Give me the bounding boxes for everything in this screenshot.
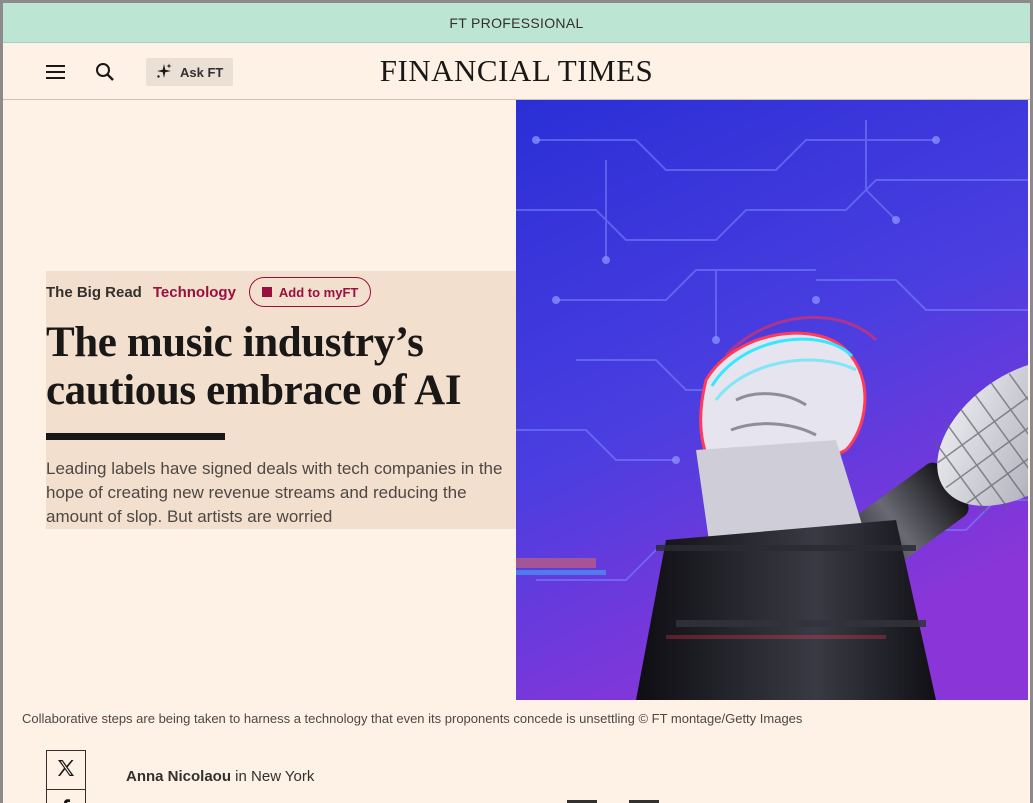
add-to-myft-button[interactable]: Add to myFT: [248, 277, 372, 307]
tag-technology[interactable]: Technology: [153, 284, 236, 301]
article-standfirst: Leading labels have signed deals with te…: [46, 459, 503, 526]
headline-block: The Big Read Technology Add to myFT The …: [46, 271, 516, 529]
share-x-button[interactable]: [46, 750, 86, 790]
site-header: Ask FT FINANCIAL TIMES: [3, 43, 1030, 100]
author-link[interactable]: Anna Nicolaou: [126, 768, 231, 785]
article-tags: The Big Read Technology Add to myFT: [46, 277, 372, 307]
article-byline: Anna Nicolaou in New York: [126, 768, 314, 785]
x-logo-icon: [56, 758, 76, 783]
myft-square-icon: [261, 287, 272, 297]
ft-logo[interactable]: FINANCIAL TIMES: [3, 53, 1030, 89]
share-buttons: [46, 750, 86, 803]
image-caption: Collaborative steps are being taken to h…: [22, 711, 803, 726]
article-headline: The music industry’s cautious embrace of…: [46, 319, 462, 414]
ft-professional-label[interactable]: FT PROFESSIONAL: [449, 15, 583, 31]
facebook-icon: [56, 797, 76, 803]
add-to-myft-label: Add to myFT: [278, 284, 359, 300]
share-facebook-button[interactable]: [46, 789, 86, 803]
byline-location: in New York: [231, 768, 315, 785]
ft-professional-banner[interactable]: FT PROFESSIONAL: [3, 3, 1030, 43]
hero-image: [516, 100, 1028, 700]
headline-rule: [46, 433, 225, 440]
tag-the-big-read[interactable]: The Big Read: [46, 284, 142, 301]
